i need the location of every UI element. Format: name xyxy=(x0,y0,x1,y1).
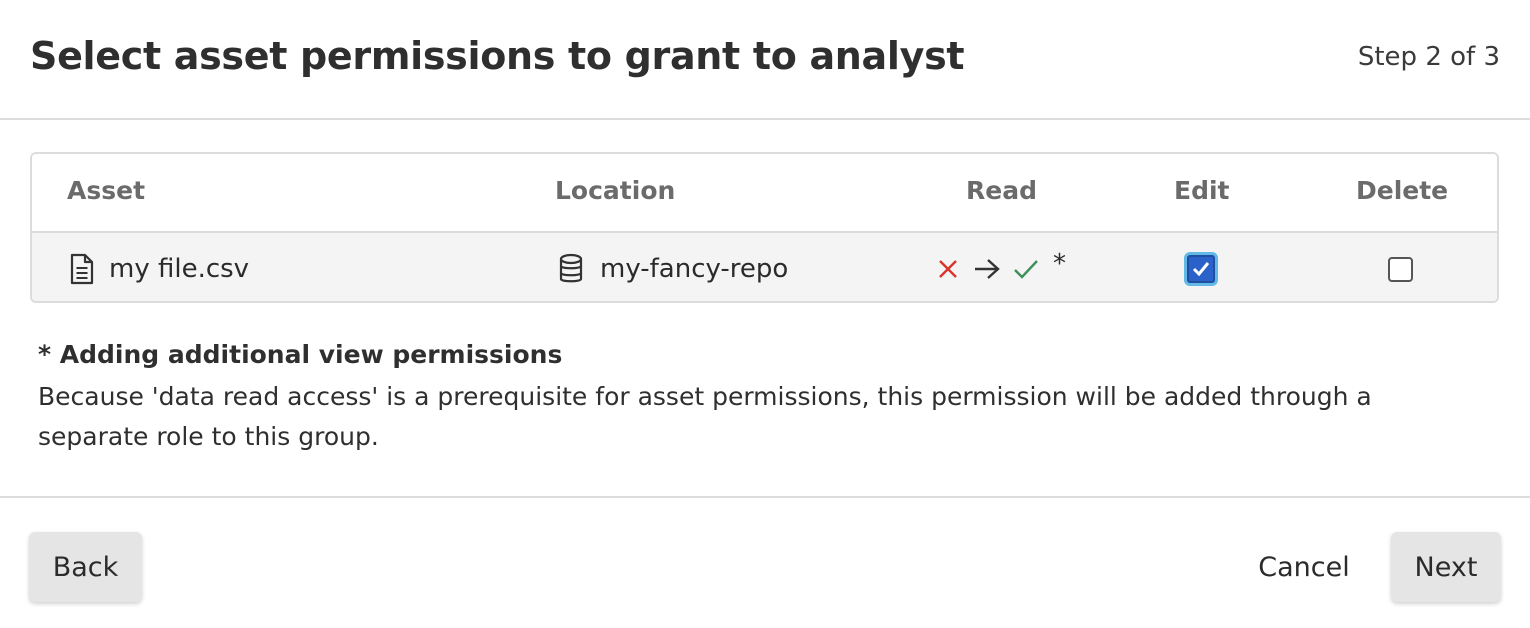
column-header-asset: Asset xyxy=(67,176,146,205)
file-icon xyxy=(69,253,95,285)
read-note-marker: * xyxy=(1053,249,1066,279)
column-header-location: Location xyxy=(555,176,676,205)
page-title: Select asset permissions to grant to ana… xyxy=(30,34,965,78)
asset-cell: my file.csv xyxy=(69,233,250,301)
column-header-read: Read xyxy=(966,176,1037,205)
x-icon xyxy=(937,258,959,280)
delete-cell xyxy=(1388,233,1413,301)
back-button[interactable]: Back xyxy=(29,532,142,602)
note-body: Because 'data read access' is a prerequi… xyxy=(38,382,1372,451)
note-title: * Adding additional view permissions xyxy=(38,340,563,369)
delete-checkbox[interactable] xyxy=(1388,256,1413,282)
next-button[interactable]: Next xyxy=(1391,532,1501,602)
table-row: my file.csv my-fancy-repo * xyxy=(32,233,1497,301)
footer-divider xyxy=(0,496,1530,498)
edit-checkbox[interactable] xyxy=(1187,255,1215,283)
database-icon xyxy=(558,253,584,285)
cancel-button[interactable]: Cancel xyxy=(1245,532,1363,602)
step-indicator: Step 2 of 3 xyxy=(1357,42,1500,72)
checkmark-icon xyxy=(1192,262,1210,277)
column-header-delete: Delete xyxy=(1356,176,1449,205)
location-name: my-fancy-repo xyxy=(600,254,789,284)
permissions-note: * Adding additional view permissions Bec… xyxy=(38,340,1478,457)
check-icon xyxy=(1013,258,1039,280)
arrow-right-icon xyxy=(973,258,1001,280)
edit-cell xyxy=(1187,233,1215,301)
read-permission-change: * xyxy=(937,233,1066,301)
page-header: Select asset permissions to grant to ana… xyxy=(0,0,1530,120)
asset-name: my file.csv xyxy=(109,254,250,284)
permissions-table: Asset Location Read Edit Delete my file.… xyxy=(30,152,1499,303)
column-header-edit: Edit xyxy=(1174,176,1230,205)
table-header: Asset Location Read Edit Delete xyxy=(32,154,1497,233)
location-cell: my-fancy-repo xyxy=(558,233,789,301)
